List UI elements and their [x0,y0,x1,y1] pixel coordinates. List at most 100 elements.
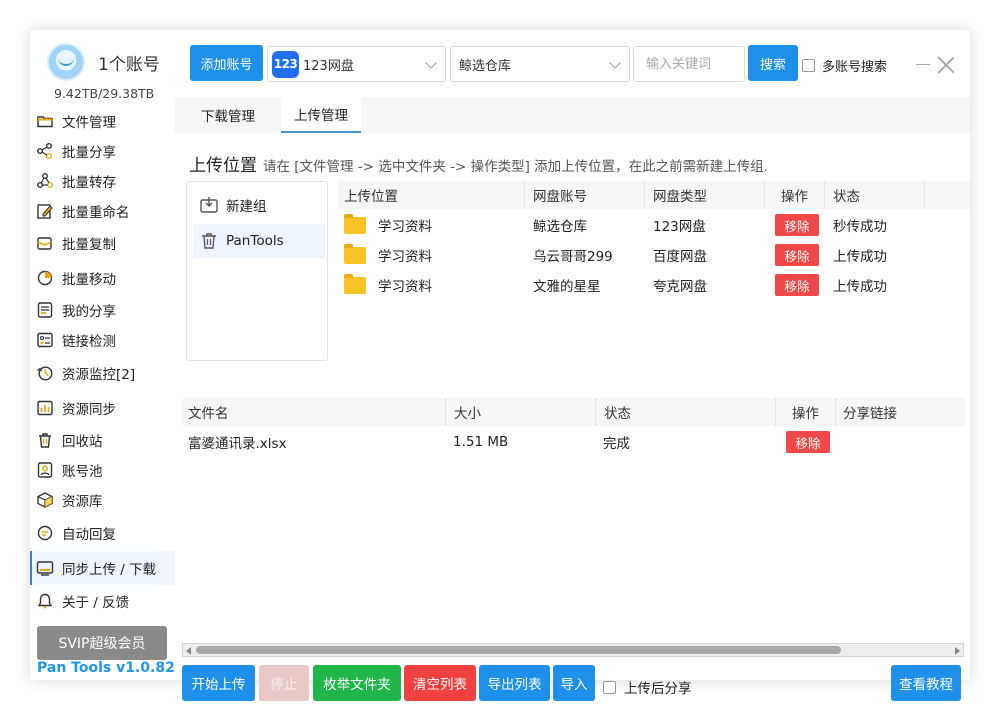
upload-status: 上传成功 [833,249,887,265]
transfer-icon [36,172,54,190]
table-header: 文件名 大小 状态 操作 分享链接 [182,398,965,426]
sidebar-item-label: 文件管理 [62,115,116,131]
file-size: 1.51 MB [453,434,509,450]
storage-usage: 9.42TB/29.38TB [54,86,155,101]
repo-select[interactable]: 鲸选仓库 [450,46,630,82]
share-icon [36,142,54,160]
remove-button[interactable]: 移除 [775,244,819,266]
column-header: 操作 [776,398,836,426]
scrollbar-thumb[interactable] [196,646,841,654]
clear-list-button[interactable]: 清空列表 [404,665,476,701]
sidebar-item-resource-sync[interactable]: 资源同步 [30,392,175,424]
sidebar-item-file-manage[interactable]: 文件管理 [30,105,175,137]
multi-search-checkbox[interactable] [802,59,815,72]
enumerate-folder-button[interactable]: 枚举文件夹 [313,665,401,701]
app-window: 1个账号 9.42TB/29.38TB 文件管理 批量分享 批量转存 批量重命名… [30,30,970,701]
auto-reply-icon [36,524,54,542]
upload-status: 上传成功 [833,279,887,295]
column-header: 网盘账号 [525,181,645,209]
pan-type-select[interactable]: 123 123网盘 [267,46,446,82]
trash-icon [36,431,54,449]
close-icon[interactable] [937,56,955,74]
file-status: 完成 [603,436,630,452]
pan-type: 123网盘 [653,219,706,235]
tab-upload-manage[interactable]: 上传管理 [281,97,361,133]
pan-account: 文雅的星星 [533,279,601,295]
upload-status: 秒传成功 [833,219,887,235]
horizontal-scrollbar[interactable] [182,643,964,657]
tab-download-manage[interactable]: 下载管理 [187,97,269,133]
column-header: 上传位置 [338,181,525,209]
sidebar-item-my-share[interactable]: 我的分享 [30,294,175,326]
stop-button[interactable]: 停止 [259,665,309,701]
remove-button[interactable]: 移除 [775,214,819,236]
remove-button[interactable]: 移除 [775,274,819,296]
folder-name: 学习资料 [378,249,432,265]
start-upload-button[interactable]: 开始上传 [182,665,255,701]
sidebar-item-resource-monitor[interactable]: 资源监控[2] [30,357,175,389]
column-header: 状态 [596,398,776,426]
search-input[interactable] [633,46,745,82]
sidebar-item-label: 链接检测 [62,334,116,350]
new-group-icon [199,195,219,215]
chevron-down-icon [609,57,621,69]
sync-icon [36,399,54,417]
avatar[interactable] [47,43,85,81]
folder-icon [344,273,366,294]
sidebar-item-batch-move[interactable]: 批量移动 [30,262,175,294]
export-list-button[interactable]: 导出列表 [479,665,550,701]
sidebar-item-batch-copy[interactable]: 批量复制 [30,227,175,259]
sidebar-item-label: 我的分享 [62,304,116,320]
repo-value: 鲸选仓库 [459,58,512,74]
table-row[interactable]: 学习资料 乌云哥哥299 百度网盘 移除 上传成功 [338,240,970,270]
new-group-button[interactable]: 新建组 [193,188,325,222]
sidebar-item-recycle-bin[interactable]: 回收站 [30,424,175,456]
sidebar-item-link-check[interactable]: 链接检测 [30,324,175,356]
sidebar-item-label: 批量复制 [62,237,116,253]
sidebar-item-label: 账号池 [62,464,103,480]
pan-account: 乌云哥哥299 [533,249,613,265]
upload-location-table: 上传位置 网盘账号 网盘类型 操作 状态 学习资料 鲸选仓库 123网盘 移除 … [338,181,970,301]
multi-account-search-toggle[interactable]: 多账号搜索 [802,56,887,75]
share-after-upload-toggle[interactable]: 上传后分享 [603,677,692,697]
sidebar-item-label: 关于 / 反馈 [62,595,130,611]
multi-search-label: 多账号搜索 [822,60,888,75]
svip-button[interactable]: SVIP超级会员 [37,626,167,660]
remove-button[interactable]: 移除 [786,431,830,453]
group-item-pantools[interactable]: PanTools [193,224,325,258]
sidebar-item-auto-reply[interactable]: 自动回复 [30,517,175,549]
sidebar-item-label: 批量分享 [62,145,116,161]
search-button[interactable]: 搜索 [748,45,798,81]
view-tutorial-button[interactable]: 查看教程 [891,665,961,701]
import-button[interactable]: 导入 [553,665,595,701]
account-title: 1个账号 [98,55,160,75]
scroll-right-icon[interactable] [955,647,960,655]
upload-manage-panel: 上传位置 请在 [文件管理 -> 选中文件夹 -> 操作类型] 添加上传位置，在… [175,133,970,701]
remove-cell: 移除 [775,240,819,270]
table-row[interactable]: 学习资料 文雅的星星 夸克网盘 移除 上传成功 [338,270,970,300]
share-after-label: 上传后分享 [624,681,692,697]
scroll-left-icon[interactable] [186,647,191,655]
sidebar-item-batch-rename[interactable]: 批量重命名 [30,195,175,227]
add-account-button[interactable]: 添加账号 [190,45,263,81]
sidebar-item-resource-library[interactable]: 资源库 [30,484,175,516]
table-row[interactable]: 富婆通讯录.xlsx 1.51 MB 完成 移除 [182,427,965,457]
sidebar-item-batch-share[interactable]: 批量分享 [30,135,175,167]
sidebar-item-account-pool[interactable]: 账号池 [30,454,175,486]
remove-cell: 移除 [786,427,830,457]
upload-file-table: 文件名 大小 状态 操作 分享链接 富婆通讯录.xlsx 1.51 MB 完成 … [182,398,965,458]
upload-download-icon [36,559,54,577]
sidebar-item-sync-upload-download[interactable]: 同步上传 / 下载 [30,551,175,585]
minimize-icon[interactable] [916,64,930,65]
upload-folder-cell: 学习资料 [344,210,524,240]
group-label: PanTools [226,233,284,249]
share-after-checkbox[interactable] [603,680,616,694]
chevron-down-icon [425,57,437,69]
table-row[interactable]: 学习资料 鲸选仓库 123网盘 移除 秒传成功 [338,210,970,240]
sidebar-item-about-feedback[interactable]: 关于 / 反馈 [30,585,175,617]
column-header: 状态 [825,181,925,209]
sidebar-item-label: 批量转存 [62,175,116,191]
sidebar-item-batch-transfer[interactable]: 批量转存 [30,165,175,197]
trash-icon[interactable] [199,231,219,251]
top-toolbar: 添加账号 123 123网盘 鲸选仓库 搜索 多账号搜索 [175,30,970,97]
